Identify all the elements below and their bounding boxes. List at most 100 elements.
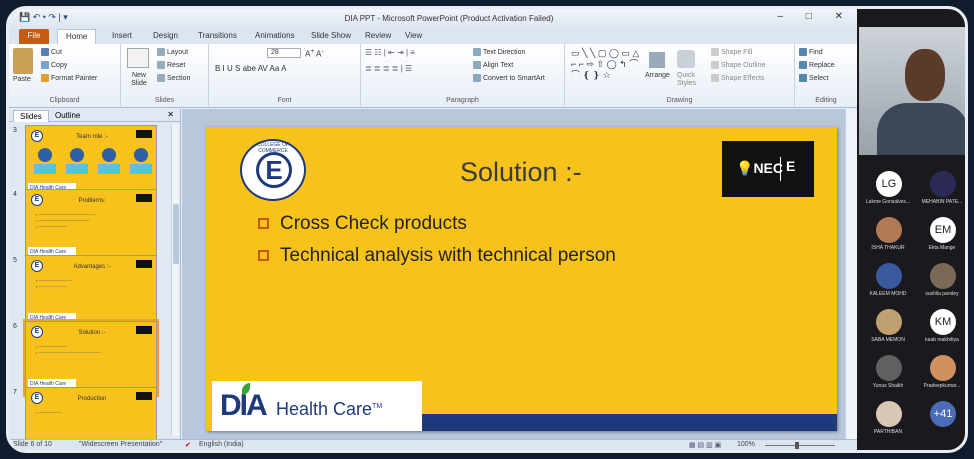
slide-number: 5 [13, 257, 17, 264]
editing-group-label: Editing [815, 97, 837, 104]
quick-styles-button[interactable]: Quick Styles [677, 72, 701, 88]
reset-button[interactable]: Reset [157, 61, 185, 69]
spellcheck-icon[interactable]: ✔ [185, 441, 191, 449]
team-member-icon [102, 148, 116, 162]
section-button[interactable]: Section [157, 74, 190, 82]
font-size-box[interactable]: 28 [267, 48, 301, 58]
tab-animations[interactable]: Animations [255, 31, 295, 40]
new-slide-button[interactable]: New Slide [125, 72, 153, 88]
section-label: Section [167, 74, 191, 82]
tab-insert[interactable]: Insert [112, 31, 132, 40]
tab-outline[interactable]: Outline [49, 110, 86, 121]
paste-icon[interactable] [13, 48, 33, 74]
slide-number: 6 [13, 323, 17, 330]
college-logo: COLLEGE OF COMMERCE E [240, 139, 306, 201]
shape-effects-button[interactable]: Shape Effects [711, 74, 764, 82]
paste-button[interactable]: Paste [13, 76, 31, 83]
close-icon[interactable]: ✕ [167, 110, 174, 119]
participant-name: kaab makhdiya [925, 337, 959, 343]
arrange-icon[interactable] [649, 52, 665, 68]
speaker-body [877, 103, 965, 155]
participant-name: ISHA THAKUR [871, 245, 905, 251]
tab-home[interactable]: Home [57, 29, 97, 44]
participant-name: sushila pandey [925, 291, 959, 297]
replace-button[interactable]: Replace [799, 61, 835, 69]
tab-transitions[interactable]: Transitions [198, 31, 237, 40]
tab-file[interactable]: File [19, 29, 49, 44]
participant-tile[interactable]: Yunus Shaikh [863, 353, 913, 395]
shape-effects-label: Shape Effects [721, 74, 765, 82]
font-formatting-tools[interactable]: B I U S abe AV Aa A [215, 64, 286, 73]
window-controls[interactable]: – □ ✕ [777, 11, 853, 22]
align-buttons[interactable]: ≣ ≣ ≣ ≣ | ☰ [365, 64, 412, 73]
quick-styles-icon[interactable] [677, 50, 695, 68]
participant-tile[interactable]: KALEEM MOHD [863, 261, 913, 303]
participant-tile[interactable]: LG Lakme Gonsalves... [863, 169, 913, 211]
speaker-video[interactable] [859, 27, 965, 155]
slides-pane: Slides Outline ✕ 3 E Team role :- DIA He… [9, 109, 181, 450]
thumbnail-image[interactable]: E Advantages :- ▪ ──────────── ▪ ───────… [25, 255, 157, 329]
pane-scrollbar[interactable] [171, 124, 179, 436]
tab-view[interactable]: View [405, 31, 422, 40]
team-member-box [34, 164, 56, 174]
participant-tile[interactable]: SABA MEMON [863, 307, 913, 349]
slide-title[interactable]: Solution :- [460, 157, 582, 188]
select-button[interactable]: Select [799, 74, 828, 82]
thumbnail-bullet: ▪ ────────────────────── [36, 350, 101, 355]
arrange-button[interactable]: Arrange [645, 72, 670, 79]
view-buttons[interactable]: ▦ ▤ ▥ ▣ [689, 441, 721, 449]
participant-tile[interactable]: ISHA THAKUR [863, 215, 913, 257]
align-text-button[interactable]: Align Text [473, 61, 513, 69]
shape-fill-button[interactable]: Shape Fill [711, 48, 752, 56]
pane-tabs: Slides Outline ✕ [9, 109, 180, 122]
grow-font-icon[interactable]: A+ A- [305, 48, 324, 59]
team-member-box [98, 164, 120, 174]
college-logo-icon: E [31, 194, 43, 206]
tab-slides[interactable]: Slides [13, 110, 49, 122]
copy-button[interactable]: Copy [41, 61, 67, 69]
thumbnail-image[interactable]: E Problems: ▪ ──────────────────── ▪ ───… [25, 189, 157, 263]
reset-icon [157, 61, 165, 69]
tab-review[interactable]: Review [365, 31, 391, 40]
format-painter-button[interactable]: Format Painter [41, 74, 97, 82]
dia-name-text: Health Care [276, 399, 373, 419]
find-button[interactable]: Find [799, 48, 823, 56]
shapes-gallery[interactable]: ▭ ╲ ╲ ▢ ◯ ▭ △ ⌐ ⌐ ⇨ ⇧ ◯ ↰ ⌒ ⌒ ❴ ❵ ☆ [571, 48, 641, 84]
participant-tile[interactable]: +41 [917, 399, 965, 441]
participant-tile[interactable]: PARTHIBAN [863, 399, 913, 441]
list-buttons[interactable]: ☰ ☷ | ⇤ ⇥ | ≡ [365, 48, 415, 57]
cut-button[interactable]: Cut [41, 48, 62, 56]
participant-tile[interactable]: KM kaab makhdiya [917, 307, 965, 349]
thumbnail-image[interactable]: E Team role :- DIA Health Care [25, 125, 157, 199]
participant-tile[interactable]: Pradeepkumar... [917, 353, 965, 395]
layout-button[interactable]: Layout [157, 48, 188, 56]
participant-initials-avatar: KM [930, 309, 956, 335]
participant-avatar [876, 263, 902, 289]
editing-group: Find Replace Select Editing [795, 44, 857, 106]
binoculars-icon [799, 48, 807, 56]
tab-design[interactable]: Design [153, 31, 178, 40]
text-direction-button[interactable]: Text Direction [473, 48, 525, 56]
slide[interactable]: COLLEGE OF COMMERCE E Solution :- 💡NEC E… [206, 127, 837, 431]
canvas-scrollbar[interactable] [845, 109, 857, 439]
copy-icon [41, 61, 49, 69]
zoom-slider[interactable] [765, 442, 835, 449]
participant-avatar [876, 401, 902, 427]
section-icon [157, 74, 165, 82]
quick-access-toolbar[interactable]: 💾 ↶ • ↷ | ▾ [19, 12, 68, 23]
team-member-box [130, 164, 152, 174]
language[interactable]: English (India) [199, 441, 244, 448]
participant-tile[interactable]: EM Ekta Mange [917, 215, 965, 257]
new-slide-icon[interactable] [127, 48, 149, 68]
pane-scroll-thumb[interactable] [173, 204, 179, 264]
smartart-button[interactable]: Convert to SmartArt [473, 74, 545, 82]
participant-tile[interactable]: sushila pandey [917, 261, 965, 303]
participant-name: PARTHIBAN [873, 429, 903, 435]
tab-slide-show[interactable]: Slide Show [311, 31, 351, 40]
shape-outline-button[interactable]: Shape Outline [711, 61, 765, 69]
zoom-level[interactable]: 100% [737, 441, 755, 448]
zoom-slider-knob[interactable] [795, 442, 799, 449]
thumbnail-bullet: ▪ ──────── [36, 410, 62, 415]
participant-tile[interactable]: MEHABIN PATE... [917, 169, 965, 211]
thumbnail-image-selected[interactable]: E Solution :- ▪ ────────── ▪ ───────────… [23, 319, 159, 397]
